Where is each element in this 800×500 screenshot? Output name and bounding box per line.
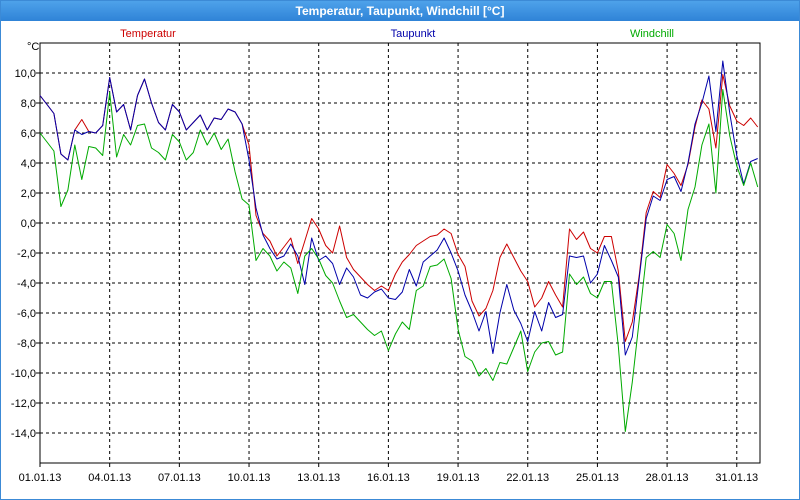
y-tick-label: 2,0 bbox=[21, 188, 36, 200]
y-tick-label: -4,0 bbox=[17, 278, 36, 290]
x-axis-ticks: 01.01.13 04.01.13 07.01.13 10.01.13 13.01.13… bbox=[19, 463, 758, 484]
y-tick-label: 4,0 bbox=[21, 158, 36, 170]
y-tick-label: -6,0 bbox=[17, 308, 36, 320]
legend-item-windchill: Windchill bbox=[630, 28, 674, 40]
x-tick-label: 10.01.13 bbox=[228, 472, 271, 484]
y-tick-label: -10,0 bbox=[11, 368, 36, 380]
x-tick-label: 07.01.13 bbox=[158, 472, 201, 484]
y-tick-label: -12,0 bbox=[11, 398, 36, 410]
legend: Temperatur Taupunkt Windchill bbox=[120, 28, 674, 40]
x-tick-label: 31.01.13 bbox=[715, 472, 758, 484]
y-tick-label: 6,0 bbox=[21, 128, 36, 140]
y-tick-label: 8,0 bbox=[21, 98, 36, 110]
x-tick-label: 22.01.13 bbox=[506, 472, 549, 484]
line-chart: 10,0 8,0 6,0 4,0 2,0 0,0 -2,0 -4,0 -6,0 -8,0 -10,0… bbox=[11, 28, 761, 484]
window-title: Temperatur, Taupunkt, Windchill [°C] bbox=[295, 4, 505, 18]
y-tick-label: -2,0 bbox=[17, 248, 36, 260]
x-tick-label: 25.01.13 bbox=[576, 472, 619, 484]
y-tick-label: -14,0 bbox=[11, 428, 36, 440]
x-tick-label: 19.01.13 bbox=[437, 472, 480, 484]
x-tick-label: 01.01.13 bbox=[19, 472, 62, 484]
y-tick-label: 0,0 bbox=[21, 218, 36, 230]
title-bar: Temperatur, Taupunkt, Windchill [°C] bbox=[1, 1, 799, 21]
y-axis-ticks: 10,0 8,0 6,0 4,0 2,0 0,0 -2,0 -4,0 -6,0 -8,0 -10,0… bbox=[11, 68, 40, 440]
legend-item-taupunkt: Taupunkt bbox=[391, 28, 436, 40]
y-tick-label: 10,0 bbox=[15, 68, 36, 80]
x-tick-label: 04.01.13 bbox=[88, 472, 131, 484]
x-tick-label: 13.01.13 bbox=[297, 472, 340, 484]
chart-window: Temperatur, Taupunkt, Windchill [°C] 10,… bbox=[0, 0, 800, 500]
x-tick-label: 28.01.13 bbox=[646, 472, 689, 484]
legend-item-temperatur: Temperatur bbox=[120, 28, 176, 40]
y-tick-label: -8,0 bbox=[17, 338, 36, 350]
y-axis-unit-label: °C bbox=[27, 41, 39, 53]
x-tick-label: 16.01.13 bbox=[367, 472, 410, 484]
